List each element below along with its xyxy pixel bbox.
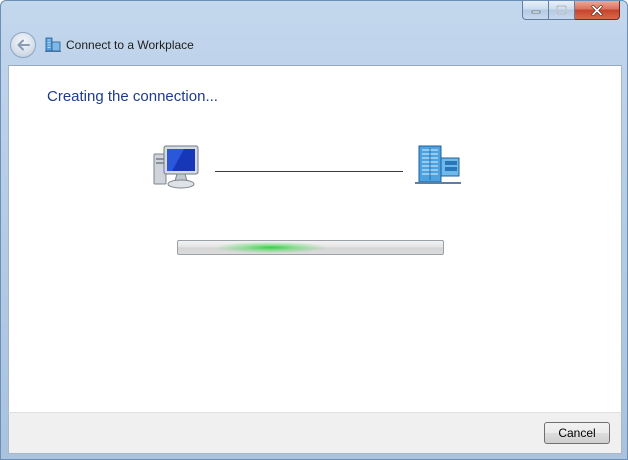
minimize-icon <box>531 10 540 14</box>
caption-buttons <box>522 1 620 22</box>
maximize-icon <box>556 5 567 15</box>
progress-bar <box>177 240 444 255</box>
connection-line <box>215 171 403 172</box>
computer-icon <box>153 145 199 189</box>
minimize-button[interactable] <box>522 1 549 20</box>
progress-marquee <box>217 242 324 253</box>
footer: Cancel <box>8 412 622 454</box>
window-title: Connect to a Workplace <box>66 38 194 52</box>
close-button[interactable] <box>575 1 620 20</box>
content-panel: Creating the connection... <box>8 65 622 412</box>
workplace-icon <box>45 37 61 52</box>
wizard-window: Connect to a Workplace Creating the conn… <box>0 0 628 460</box>
close-icon <box>591 4 603 16</box>
maximize-button[interactable] <box>549 1 575 20</box>
workplace-server-icon <box>415 145 461 184</box>
page-heading: Creating the connection... <box>47 88 218 105</box>
back-button[interactable] <box>10 32 36 58</box>
back-arrow-icon <box>17 39 30 51</box>
cancel-button[interactable]: Cancel <box>544 422 610 444</box>
